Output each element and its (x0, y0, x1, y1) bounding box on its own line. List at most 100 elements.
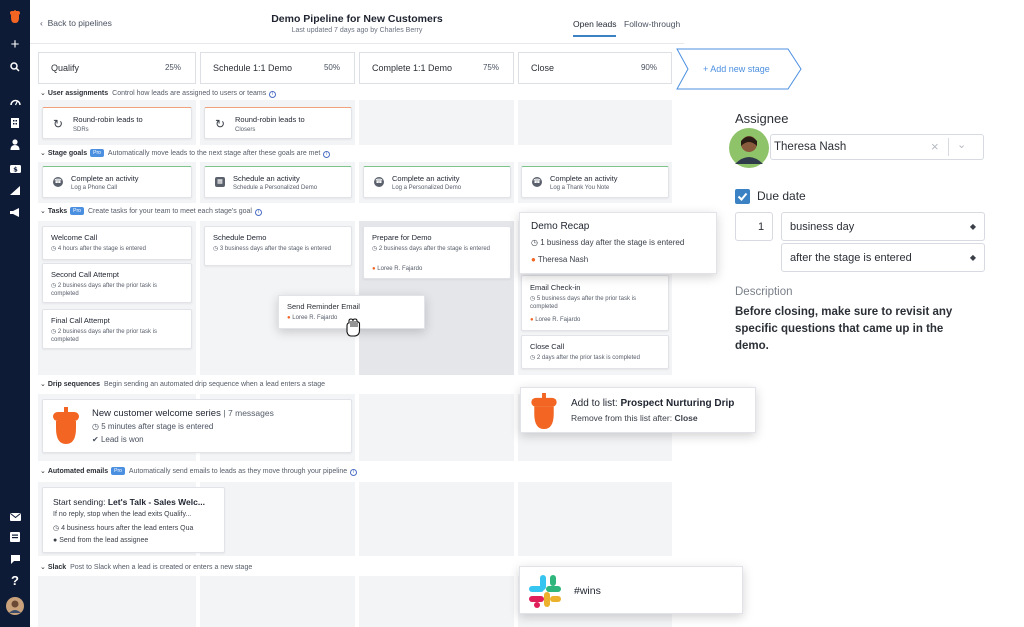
emails-header[interactable]: ⌄ Automated emails Pro Automatically send … (40, 467, 358, 476)
task-card-second-call[interactable]: Second Call Attempt ◷ 2 business days af… (42, 263, 192, 303)
chevron-down-icon: ⌄ (40, 564, 46, 571)
plus-icon[interactable]: + (0, 37, 30, 52)
chevron-down-icon: ⌄ (40, 90, 46, 97)
stage-close[interactable]: Close 90% (518, 52, 672, 84)
drip-list-popup[interactable]: Add to list: Prospect Nurturing Drip Rem… (520, 387, 756, 433)
building-icon[interactable] (0, 117, 30, 131)
stage-schedule-demo[interactable]: Schedule 1:1 Demo 50% (200, 52, 355, 84)
mail-icon[interactable] (0, 510, 30, 524)
template-icon[interactable] (0, 531, 30, 545)
description-text[interactable]: Before closing, make sure to revisit any… (735, 304, 975, 355)
due-unit-select[interactable]: business day ◆ (781, 212, 985, 241)
check-circle-icon: ✔ (92, 435, 99, 444)
slack-icon (527, 573, 563, 614)
refresh-icon: ↻ (215, 117, 226, 131)
svg-text:$: $ (13, 166, 18, 174)
clock-icon: ◷ (372, 246, 378, 252)
tasks-header[interactable]: ⌄ Tasks Pro Create tasks for your team to … (40, 207, 262, 216)
due-date-checkbox[interactable] (735, 189, 750, 204)
drip-header[interactable]: ⌄ Drip sequences Begin sending an automat… (40, 380, 325, 388)
clock-icon: ◷ (92, 422, 99, 431)
assignment-card-sdrs[interactable]: ↻ Round-robin leads to SDRs (42, 107, 192, 139)
task-detail-panel: Assignee Theresa Nash × ⌄ Due date 1 bus… (684, 90, 1024, 390)
task-card-close-call[interactable]: Close Call ◷ 2 days after the prior task… (521, 335, 669, 369)
person-icon: ● (531, 255, 536, 264)
app-sidebar: + $ ? (0, 0, 30, 627)
clock-icon: ◷ (530, 355, 536, 361)
search-icon[interactable] (0, 61, 30, 75)
clock-icon: ◷ (53, 525, 60, 532)
bar-chart-icon[interactable] (0, 184, 30, 198)
clock-icon: ◷ (51, 329, 57, 335)
stage-qualify[interactable]: Qualify 25% (38, 52, 196, 84)
due-number-input[interactable]: 1 (735, 212, 773, 241)
task-card-final-call[interactable]: Final Call Attempt ◷ 2 business days aft… (42, 309, 192, 349)
clear-icon[interactable]: × (931, 139, 939, 154)
info-icon[interactable]: i (254, 209, 262, 216)
info-icon[interactable]: i (350, 469, 358, 476)
pro-badge: Pro (111, 467, 125, 475)
person-icon: ● (287, 315, 291, 321)
person-icon[interactable] (0, 139, 30, 153)
goal-card-thank-you[interactable]: ☎ Complete an activity Log a Thank You N… (521, 166, 669, 198)
stage-goals-header[interactable]: ⌄ Stage goals Pro Automatically move leads… (40, 149, 331, 158)
goal-card-log-demo[interactable]: ☎ Complete an activity Log a Personalize… (363, 166, 511, 198)
acorn-icon (51, 407, 81, 450)
task-card-schedule-demo[interactable]: Schedule Demo ◷ 3 business days after th… (204, 226, 352, 266)
clock-icon: ◷ (51, 283, 57, 289)
slack-header[interactable]: ⌄ Slack Post to Slack when a lead is crea… (40, 563, 252, 571)
pro-badge: Pro (70, 207, 84, 215)
user-avatar[interactable] (0, 597, 30, 618)
tab-open-leads[interactable]: Open leads (573, 19, 617, 37)
slack-channel-popup[interactable]: #wins (519, 566, 743, 614)
assignment-card-closers[interactable]: ↻ Round-robin leads to Closers (204, 107, 352, 139)
info-icon[interactable]: i (269, 91, 277, 98)
goal-card-schedule-demo[interactable]: ▦ Schedule an activity Schedule a Person… (204, 166, 352, 198)
task-card-prepare-demo[interactable]: Prepare for Demo ◷ 2 business days after… (363, 226, 511, 279)
add-new-stage-button[interactable]: + Add new stage (676, 48, 802, 90)
person-icon: ● (53, 537, 58, 544)
clock-icon: ◷ (51, 246, 57, 252)
person-icon: ● (530, 317, 534, 323)
info-icon[interactable]: i (323, 151, 331, 158)
phone-icon: ☎ (53, 177, 63, 187)
top-bar: ‹ Back to pipelines Demo Pipeline for Ne… (30, 0, 684, 44)
dashboard-gauge-icon[interactable] (0, 95, 30, 109)
clock-icon: ◷ (531, 238, 538, 247)
chevron-down-icon: ⌄ (40, 150, 46, 157)
goal-card-phone-call[interactable]: ☎ Complete an activity Log a Phone Call (42, 166, 192, 198)
drip-sequence-card[interactable]: New customer welcome series | 7 messages… (42, 399, 352, 453)
assignee-select[interactable]: Theresa Nash × ⌄ (770, 134, 984, 160)
dollar-ticket-icon[interactable]: $ (0, 162, 30, 176)
task-card-welcome-call[interactable]: Welcome Call ◷ 4 hours after the stage i… (42, 226, 192, 260)
pipeline-editor: ‹ Back to pipelines Demo Pipeline for Ne… (30, 0, 684, 627)
automated-email-card[interactable]: Start sending: Let's Talk - Sales Welc..… (42, 487, 225, 553)
assignee-avatar (729, 128, 769, 173)
pro-badge: Pro (90, 149, 104, 157)
phone-icon: ☎ (374, 177, 384, 187)
clock-icon: ◷ (530, 296, 536, 302)
acorn-icon (529, 393, 559, 435)
clock-icon: ◷ (213, 246, 219, 252)
megaphone-icon[interactable] (0, 206, 30, 220)
chevron-down-icon[interactable]: ⌄ (957, 138, 966, 151)
user-assignments-header[interactable]: ⌄ User assignments Control how leads are … (40, 89, 277, 98)
calendar-icon: ▦ (215, 177, 225, 187)
tab-follow-through[interactable]: Follow-through (624, 19, 680, 29)
grab-cursor-icon (343, 318, 363, 343)
chevron-down-icon: ⌄ (40, 381, 46, 388)
refresh-icon: ↻ (53, 117, 64, 131)
phone-icon: ☎ (532, 177, 542, 187)
select-arrows-icon: ◆ (969, 253, 976, 262)
acorn-logo-icon[interactable] (0, 10, 30, 27)
due-relative-select[interactable]: after the stage is entered ◆ (781, 243, 985, 272)
select-arrows-icon: ◆ (969, 222, 976, 231)
person-icon: ● (372, 266, 376, 272)
stage-complete-demo[interactable]: Complete 1:1 Demo 75% (359, 52, 514, 84)
help-icon[interactable]: ? (0, 574, 30, 588)
chevron-down-icon: ⌄ (40, 468, 46, 475)
chat-icon[interactable] (0, 553, 30, 567)
chevron-down-icon: ⌄ (40, 208, 46, 215)
divider (948, 138, 949, 156)
task-card-email-checkin[interactable]: Email Check-in ◷ 5 business days after t… (521, 275, 669, 331)
